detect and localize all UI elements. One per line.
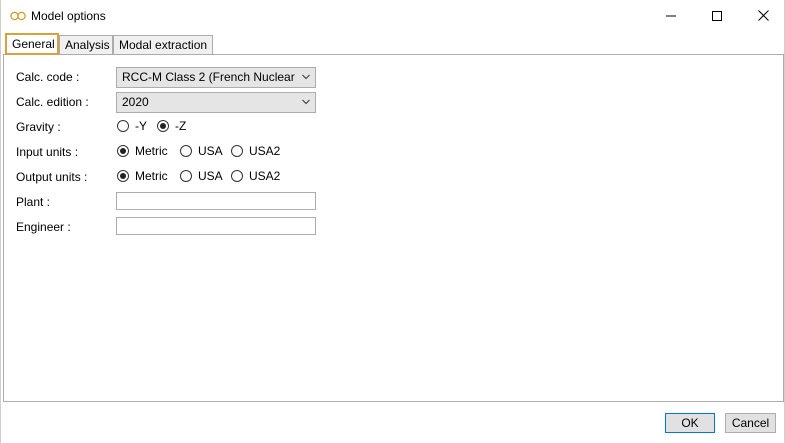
plant-label: Plant :: [16, 195, 51, 209]
window-title: Model options: [31, 9, 106, 23]
radio-icon: [231, 145, 243, 157]
input-units-option-label: USA: [198, 144, 223, 158]
radio-selected-icon: [117, 170, 129, 182]
output-units-usa2[interactable]: USA2: [231, 169, 280, 183]
tab-strip: General Analysis Modal extraction: [3, 33, 783, 55]
maximize-button[interactable]: [694, 0, 740, 31]
radio-icon: [180, 170, 192, 182]
minimize-button[interactable]: [648, 0, 694, 31]
gravity-option-label: -Y: [135, 119, 147, 133]
close-button[interactable]: [740, 0, 785, 31]
output-units-label: Output units :: [16, 170, 88, 184]
calc-edition-value: 2020: [122, 95, 149, 109]
tab-modal-extraction[interactable]: Modal extraction: [113, 35, 213, 54]
plant-input[interactable]: [116, 192, 316, 210]
output-units-option-label: USA2: [249, 169, 281, 183]
calc-edition-select[interactable]: 2020: [116, 92, 316, 113]
close-icon: [757, 10, 769, 21]
gravity-option-neg-y[interactable]: -Y: [117, 119, 147, 133]
title-bar: Model options: [1, 0, 784, 31]
ok-button[interactable]: OK: [665, 413, 715, 433]
output-units-option-label: USA: [198, 169, 223, 183]
input-units-label: Input units :: [16, 145, 79, 159]
radio-selected-icon: [157, 120, 169, 132]
radio-selected-icon: [117, 145, 129, 157]
output-units-metric[interactable]: Metric: [117, 169, 168, 183]
input-units-option-label: USA2: [249, 144, 281, 158]
radio-icon: [180, 145, 192, 157]
input-units-usa[interactable]: USA: [180, 144, 223, 158]
radio-icon: [231, 170, 243, 182]
minimize-icon: [666, 15, 676, 16]
chevron-down-icon: [302, 99, 310, 105]
general-panel: Calc. code : RCC-M Class 2 (French Nucle…: [3, 54, 784, 402]
maximize-icon: [712, 10, 722, 21]
engineer-label: Engineer :: [16, 220, 71, 234]
radio-icon: [117, 120, 129, 132]
output-units-option-label: Metric: [135, 169, 168, 183]
gravity-label: Gravity :: [16, 120, 61, 134]
cancel-button[interactable]: Cancel: [725, 413, 776, 433]
chevron-down-icon: [302, 74, 310, 80]
calc-code-label: Calc. code :: [16, 70, 80, 84]
tab-analysis[interactable]: Analysis: [59, 35, 113, 54]
calc-edition-label: Calc. edition :: [16, 95, 89, 109]
calc-code-select[interactable]: RCC-M Class 2 (French Nuclear P: [116, 67, 316, 88]
output-units-usa[interactable]: USA: [180, 169, 223, 183]
model-options-window: Model options General Analysis Modal ext…: [0, 0, 785, 443]
input-units-metric[interactable]: Metric: [117, 144, 168, 158]
gravity-option-label: -Z: [175, 119, 187, 133]
tab-general[interactable]: General: [5, 33, 59, 55]
calc-code-value: RCC-M Class 2 (French Nuclear P: [122, 70, 298, 84]
app-icon: [10, 11, 26, 21]
gravity-option-neg-z[interactable]: -Z: [157, 119, 186, 133]
input-units-option-label: Metric: [135, 144, 168, 158]
input-units-usa2[interactable]: USA2: [231, 144, 280, 158]
engineer-input[interactable]: [116, 217, 316, 235]
